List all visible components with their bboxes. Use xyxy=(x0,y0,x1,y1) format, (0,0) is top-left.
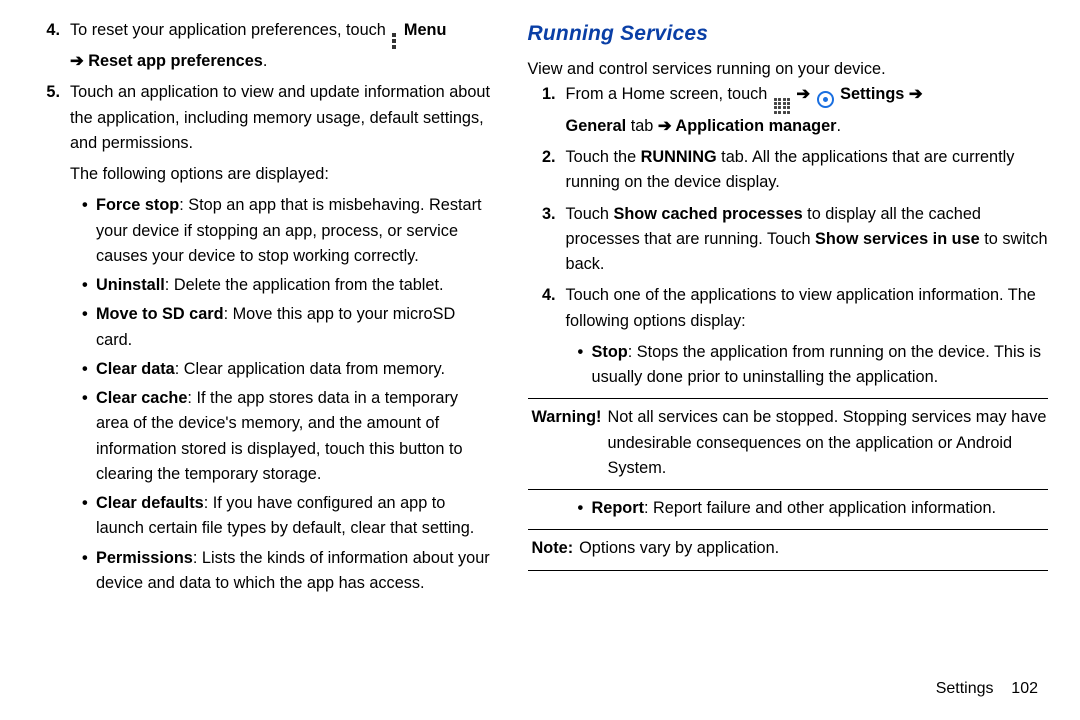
list-body: To reset your application preferences, t… xyxy=(70,18,492,74)
bullet-mark: • xyxy=(82,273,96,298)
bullet-text: : Stops the application from running on … xyxy=(592,343,1041,386)
left-subpara: The following options are displayed: xyxy=(70,162,492,187)
bullet-mark: • xyxy=(82,491,96,542)
list-number: 4. xyxy=(528,283,566,334)
page-footer: Settings 102 xyxy=(936,677,1038,702)
left-step-4: 4. To reset your application preferences… xyxy=(32,18,492,74)
bullet-label: Clear cache xyxy=(96,389,187,407)
bullet-label: Report xyxy=(592,499,644,517)
list-number: 2. xyxy=(528,145,566,196)
r1-settings-bold: Settings xyxy=(836,85,909,103)
right-step-1: 1. From a Home screen, touch ➔ Settings … xyxy=(528,82,1048,139)
r3-pre: Touch xyxy=(566,205,614,223)
divider-rule xyxy=(528,570,1048,571)
bullet-uninstall: • Uninstall: Delete the application from… xyxy=(82,273,492,298)
r1-appmgr-bold: Application manager xyxy=(672,117,837,135)
arrow-icon: ➔ xyxy=(796,85,810,103)
bullet-label: Uninstall xyxy=(96,276,165,294)
divider-rule xyxy=(528,489,1048,490)
step4-pre: To reset your application preferences, t… xyxy=(70,21,390,39)
list-body: Touch one of the applications to view ap… xyxy=(566,283,1048,334)
page-body: 4. To reset your application preferences… xyxy=(0,0,1080,720)
bullet-mark: • xyxy=(82,193,96,269)
r3-b2: Show services in use xyxy=(815,230,980,248)
right-column: Running Services View and control servic… xyxy=(510,18,1048,712)
bullet-clear-data: • Clear data: Clear application data fro… xyxy=(82,357,492,382)
r1-end: . xyxy=(836,117,841,135)
left-step-5: 5. Touch an application to view and upda… xyxy=(32,80,492,156)
arrow-icon: ➔ xyxy=(909,85,923,103)
bullet-mark: • xyxy=(578,340,592,391)
bullet-clear-defaults: • Clear defaults: If you have configured… xyxy=(82,491,492,542)
bullet-mark: • xyxy=(82,357,96,382)
menu-icon xyxy=(392,33,397,49)
apps-grid-icon xyxy=(774,98,790,114)
r3-b1: Show cached processes xyxy=(614,205,803,223)
bullet-label: Permissions xyxy=(96,549,193,567)
bullet-report: • Report: Report failure and other appli… xyxy=(578,496,1048,521)
step4-menu-bold: Menu xyxy=(399,21,446,39)
list-body: Touch Show cached processes to display a… xyxy=(566,202,1048,278)
settings-gear-icon xyxy=(817,91,834,108)
right-bullets-report: • Report: Report failure and other appli… xyxy=(578,496,1048,521)
left-bullets: • Force stop: Stop an app that is misbeh… xyxy=(82,193,492,596)
bullet-mark: • xyxy=(82,546,96,597)
bullet-permissions: • Permissions: Lists the kinds of inform… xyxy=(82,546,492,597)
bullet-mark: • xyxy=(578,496,592,521)
note-block: Note: Options vary by application. xyxy=(532,536,1048,561)
list-number: 5. xyxy=(32,80,70,156)
bullet-mark: • xyxy=(82,302,96,353)
bullet-stop: • Stop: Stops the application from runni… xyxy=(578,340,1048,391)
step4-end: . xyxy=(263,52,268,70)
bullet-force-stop: • Force stop: Stop an app that is misbeh… xyxy=(82,193,492,269)
note-text: Options vary by application. xyxy=(579,536,1048,561)
bullet-text: : Report failure and other application i… xyxy=(644,499,996,517)
right-step-4: 4. Touch one of the applications to view… xyxy=(528,283,1048,334)
left-column: 4. To reset your application preferences… xyxy=(32,18,510,712)
r1-pre: From a Home screen, touch xyxy=(566,85,772,103)
list-body: Touch an application to view and update … xyxy=(70,80,492,156)
list-body: From a Home screen, touch ➔ Settings ➔ G… xyxy=(566,82,1048,139)
r2-running-bold: RUNNING xyxy=(641,148,717,166)
intro-text: View and control services running on you… xyxy=(528,57,1048,82)
right-bullets-stop: • Stop: Stops the application from runni… xyxy=(578,340,1048,391)
divider-rule xyxy=(528,398,1048,399)
section-heading-running-services: Running Services xyxy=(528,18,1048,51)
note-label: Note: xyxy=(532,536,580,561)
bullet-mark: • xyxy=(82,386,96,487)
bullet-label: Clear data xyxy=(96,360,175,378)
bullet-label: Clear defaults xyxy=(96,494,204,512)
arrow-icon: ➔ xyxy=(658,117,672,135)
footer-page-number: 102 xyxy=(1011,680,1038,697)
bullet-label: Move to SD card xyxy=(96,305,224,323)
list-number: 1. xyxy=(528,82,566,139)
list-number: 4. xyxy=(32,18,70,74)
warning-label: Warning! xyxy=(532,405,608,481)
arrow-icon: ➔ xyxy=(70,52,84,70)
bullet-label: Stop xyxy=(592,343,628,361)
footer-section: Settings xyxy=(936,680,994,697)
r1-tab-text: tab xyxy=(626,117,658,135)
bullet-clear-cache: • Clear cache: If the app stores data in… xyxy=(82,386,492,487)
warning-block: Warning! Not all services can be stopped… xyxy=(532,405,1048,481)
warning-text: Not all services can be stopped. Stoppin… xyxy=(607,405,1048,481)
bullet-label: Force stop xyxy=(96,196,179,214)
bullet-text: : Clear application data from memory. xyxy=(175,360,445,378)
step4-reset-bold: Reset app preferences xyxy=(88,52,263,70)
list-body: Touch the RUNNING tab. All the applicati… xyxy=(566,145,1048,196)
bullet-text: : Delete the application from the tablet… xyxy=(165,276,444,294)
r2-pre: Touch the xyxy=(566,148,641,166)
right-step-3: 3. Touch Show cached processes to displa… xyxy=(528,202,1048,278)
list-number: 3. xyxy=(528,202,566,278)
divider-rule xyxy=(528,529,1048,530)
bullet-move-sd: • Move to SD card: Move this app to your… xyxy=(82,302,492,353)
right-step-2: 2. Touch the RUNNING tab. All the applic… xyxy=(528,145,1048,196)
r1-general-bold: General xyxy=(566,117,627,135)
